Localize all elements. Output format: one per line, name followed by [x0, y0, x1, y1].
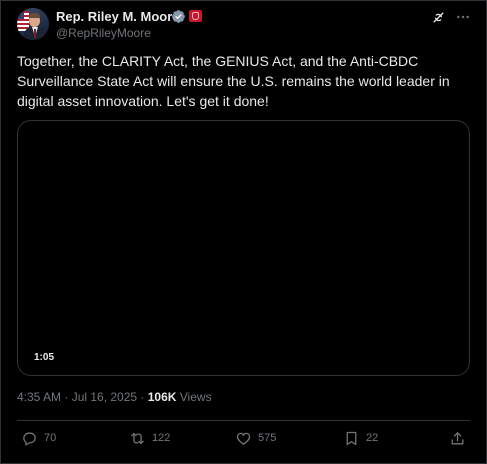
- verified-badge-icon[interactable]: [171, 9, 186, 24]
- video-duration: 1:05: [34, 352, 55, 363]
- more-icon[interactable]: [455, 9, 471, 25]
- views-label: Views: [176, 390, 212, 404]
- bookmark-button[interactable]: 22: [343, 428, 378, 448]
- video-player[interactable]: 1:05: [17, 120, 470, 376]
- tweet-card: Rep. Riley M. Moore @RepRileyMoore Toget…: [0, 0, 487, 464]
- repost-count: 122: [152, 432, 171, 444]
- bookmark-icon: [343, 430, 360, 447]
- like-button[interactable]: 575: [235, 428, 276, 448]
- like-icon: [235, 430, 252, 447]
- reply-button[interactable]: 70: [21, 428, 56, 448]
- divider: [17, 420, 470, 421]
- views-count: 106K: [147, 390, 177, 404]
- repost-button[interactable]: 122: [129, 428, 170, 448]
- tweet-meta: 4:35 AM · Jul 16, 2025 · 106K Views: [17, 390, 212, 404]
- avatar[interactable]: [17, 8, 49, 40]
- repost-icon: [129, 430, 146, 447]
- grok-icon[interactable]: [431, 10, 446, 25]
- share-button[interactable]: [449, 428, 466, 448]
- like-count: 575: [258, 432, 277, 444]
- author-handle[interactable]: @RepRileyMoore: [56, 26, 151, 40]
- government-badge-icon[interactable]: [189, 10, 202, 22]
- timestamp[interactable]: 4:35 AM · Jul 16, 2025 ·: [17, 390, 148, 404]
- share-icon: [449, 430, 466, 447]
- reply-count: 70: [44, 432, 57, 444]
- bookmark-count: 22: [366, 432, 379, 444]
- reply-icon: [21, 430, 38, 447]
- author-name[interactable]: Rep. Riley M. Moore: [56, 9, 180, 24]
- tweet-text: Together, the CLARITY Act, the GENIUS Ac…: [17, 53, 450, 109]
